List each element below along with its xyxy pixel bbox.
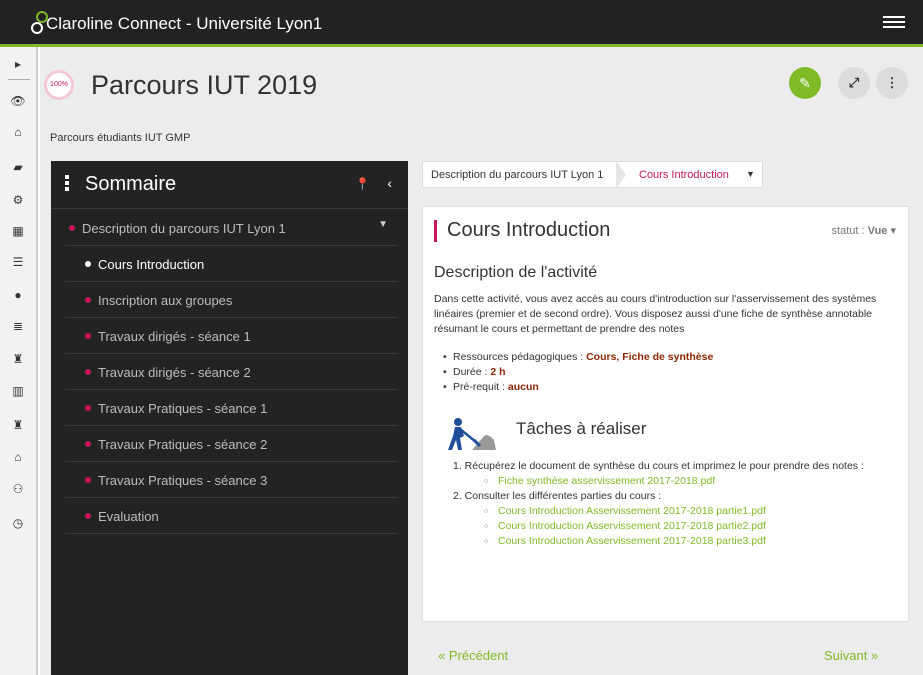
table-icon[interactable]: ≣ — [0, 319, 36, 333]
sommaire-item[interactable]: Evaluation — [65, 498, 398, 534]
kebab-icon: ⋮ — [885, 75, 899, 90]
section-title: Description de l'activité — [434, 264, 598, 281]
caret-down-icon: ▾ — [890, 225, 896, 237]
chevron-down-icon[interactable]: ▼ — [378, 219, 388, 230]
breadcrumb-current[interactable]: Cours Introduction — [639, 169, 729, 181]
collapse-chevron-icon[interactable]: ‹ — [387, 175, 392, 191]
task-step: 2. Consulter les différentes parties du … — [453, 490, 662, 502]
sommaire-item-label: Description du parcours IUT Lyon 1 — [82, 221, 286, 236]
folder-icon[interactable]: ▰ — [0, 160, 36, 174]
status-dropdown[interactable]: statut : Vue ▾ — [832, 224, 896, 237]
sommaire-item[interactable]: Description du parcours IUT Lyon 1 ▼ — [65, 210, 398, 246]
sommaire-title: Sommaire — [85, 173, 177, 195]
breadcrumb-separator — [616, 161, 626, 189]
sommaire-item[interactable]: Travaux dirigés - séance 2 — [65, 354, 398, 390]
app-title[interactable]: Claroline Connect - Université Lyon1 — [46, 14, 322, 34]
previous-link[interactable]: « Précédent — [438, 648, 508, 663]
file-link[interactable]: Cours Introduction Asservissement 2017-2… — [453, 504, 898, 519]
eye-icon[interactable]: 👁 — [0, 94, 36, 108]
user-icon[interactable]: ● — [0, 288, 36, 302]
edit-button[interactable]: ✎ — [789, 67, 821, 99]
progress-badge: 100% — [44, 70, 74, 100]
file-link[interactable]: Fiche synthèse asservissement 2017-2018.… — [453, 474, 898, 489]
page-subtitle: Parcours étudiants IUT GMP — [50, 132, 191, 144]
hamburger-menu-icon[interactable] — [883, 13, 905, 33]
sommaire-item[interactable]: Travaux Pratiques - séance 1 — [65, 390, 398, 426]
list-icon[interactable]: ☰ — [0, 255, 36, 269]
meta-value: aucun — [507, 381, 539, 393]
fullscreen-button[interactable]: ⤢ — [838, 67, 870, 99]
sommaire-item[interactable]: Travaux dirigés - séance 1 — [65, 318, 398, 354]
meta-value: 2 h — [490, 366, 506, 378]
sommaire-item[interactable]: Inscription aux groupes — [65, 282, 398, 318]
status-label: statut : — [831, 225, 865, 237]
expand-icon: ⤢ — [848, 75, 860, 90]
pin-icon[interactable]: 📍 — [355, 177, 370, 191]
sommaire-item-label: Travaux Pratiques - séance 1 — [98, 401, 268, 416]
file-link[interactable]: Cours Introduction Asservissement 2017-2… — [453, 519, 898, 534]
bullet-dot-icon — [85, 405, 91, 411]
sommaire-item[interactable]: Travaux Pratiques - séance 3 — [65, 462, 398, 498]
sommaire-item-label: Travaux dirigés - séance 1 — [98, 329, 251, 344]
meta-label: Durée : — [453, 366, 488, 378]
pencil-icon: ✎ — [799, 75, 811, 91]
bullet-dot-icon — [85, 261, 91, 267]
worker-digging-icon — [448, 418, 496, 450]
meta-item: Durée : 2 h — [443, 365, 713, 380]
activity-description: Dans cette activité, vous avez accès au … — [434, 293, 877, 335]
sommaire-menu-icon[interactable] — [65, 175, 71, 193]
more-options-button[interactable]: ⋮ — [876, 67, 908, 99]
breadcrumb: Description du parcours IUT Lyon 1 Cours… — [422, 161, 763, 189]
sommaire-item-label: Evaluation — [98, 509, 159, 524]
bullet-dot-icon — [85, 333, 91, 339]
sommaire-item-label: Inscription aux groupes — [98, 293, 233, 308]
trophy-icon[interactable]: ♜ — [0, 352, 36, 366]
task-step: 1. Récupérez le document de synthèse du … — [453, 460, 864, 472]
top-bar: Claroline Connect - Université Lyon1 — [0, 0, 923, 47]
calendar-icon[interactable]: ▦ — [0, 224, 36, 238]
sommaire-item-label: Travaux Pratiques - séance 3 — [98, 473, 268, 488]
bullet-dot-icon — [85, 477, 91, 483]
rail-divider — [8, 79, 30, 80]
graduation-cap-icon[interactable]: ⌂ — [0, 450, 36, 464]
sommaire-item-label: Travaux Pratiques - séance 2 — [98, 437, 268, 452]
bullet-dot-icon — [85, 297, 91, 303]
status-value: Vue — [867, 225, 888, 237]
bullet-dot-icon — [69, 225, 75, 231]
breadcrumb-parent[interactable]: Description du parcours IUT Lyon 1 — [431, 169, 603, 181]
toggle-arrow-icon[interactable]: ▸ — [0, 57, 36, 71]
left-icon-rail: ▸ 👁 ⌂ ▰ ⚙ ▦ ☰ ● ≣ ♜ ▥ ♜ ⌂ ⚇ ◷ — [0, 47, 38, 675]
meta-item: Pré-requit : aucun — [443, 380, 713, 395]
sommaire-item-label: Cours Introduction — [98, 257, 205, 272]
activity-card: Cours Introduction statut : Vue ▾ Descri… — [422, 206, 909, 622]
home-icon[interactable]: ⌂ — [0, 125, 36, 139]
activity-meta-list: Ressources pédagogiques : Cours, Fiche d… — [443, 350, 714, 395]
chevron-down-icon[interactable]: ▼ — [746, 169, 755, 179]
bullet-dot-icon — [85, 513, 91, 519]
bullet-dot-icon — [85, 441, 91, 447]
users-icon[interactable]: ⚇ — [0, 482, 36, 496]
tasks-title: Tâches à réaliser — [516, 419, 647, 438]
gear-icon[interactable]: ⚙ — [0, 193, 36, 207]
sommaire-header: Sommaire 📍 ‹ — [51, 161, 408, 209]
trophy-icon[interactable]: ♜ — [0, 418, 36, 432]
file-link[interactable]: Cours Introduction Asservissement 2017-2… — [453, 534, 898, 549]
sommaire-item[interactable]: Travaux Pratiques - séance 2 — [65, 426, 398, 462]
sommaire-panel: Sommaire 📍 ‹ Description du parcours IUT… — [51, 161, 408, 675]
meta-label: Pré-requit : — [453, 381, 505, 393]
meta-item: Ressources pédagogiques : Cours, Fiche d… — [443, 350, 714, 365]
clock-icon[interactable]: ◷ — [0, 516, 36, 530]
activity-title: Cours Introduction — [447, 219, 611, 241]
page-title: Parcours IUT 2019 — [91, 70, 318, 100]
title-accent-bar — [434, 220, 437, 242]
meta-value: Cours, Fiche de synthèse — [586, 351, 714, 363]
tasks-list: 1. Récupérez le document de synthèse du … — [453, 459, 898, 549]
bar-chart-icon[interactable]: ▥ — [0, 384, 36, 398]
meta-label: Ressources pédagogiques : — [453, 351, 584, 363]
bullet-dot-icon — [85, 369, 91, 375]
next-link[interactable]: Suivant » — [824, 648, 878, 663]
sommaire-item[interactable]: Cours Introduction — [65, 246, 398, 282]
sommaire-item-label: Travaux dirigés - séance 2 — [98, 365, 251, 380]
